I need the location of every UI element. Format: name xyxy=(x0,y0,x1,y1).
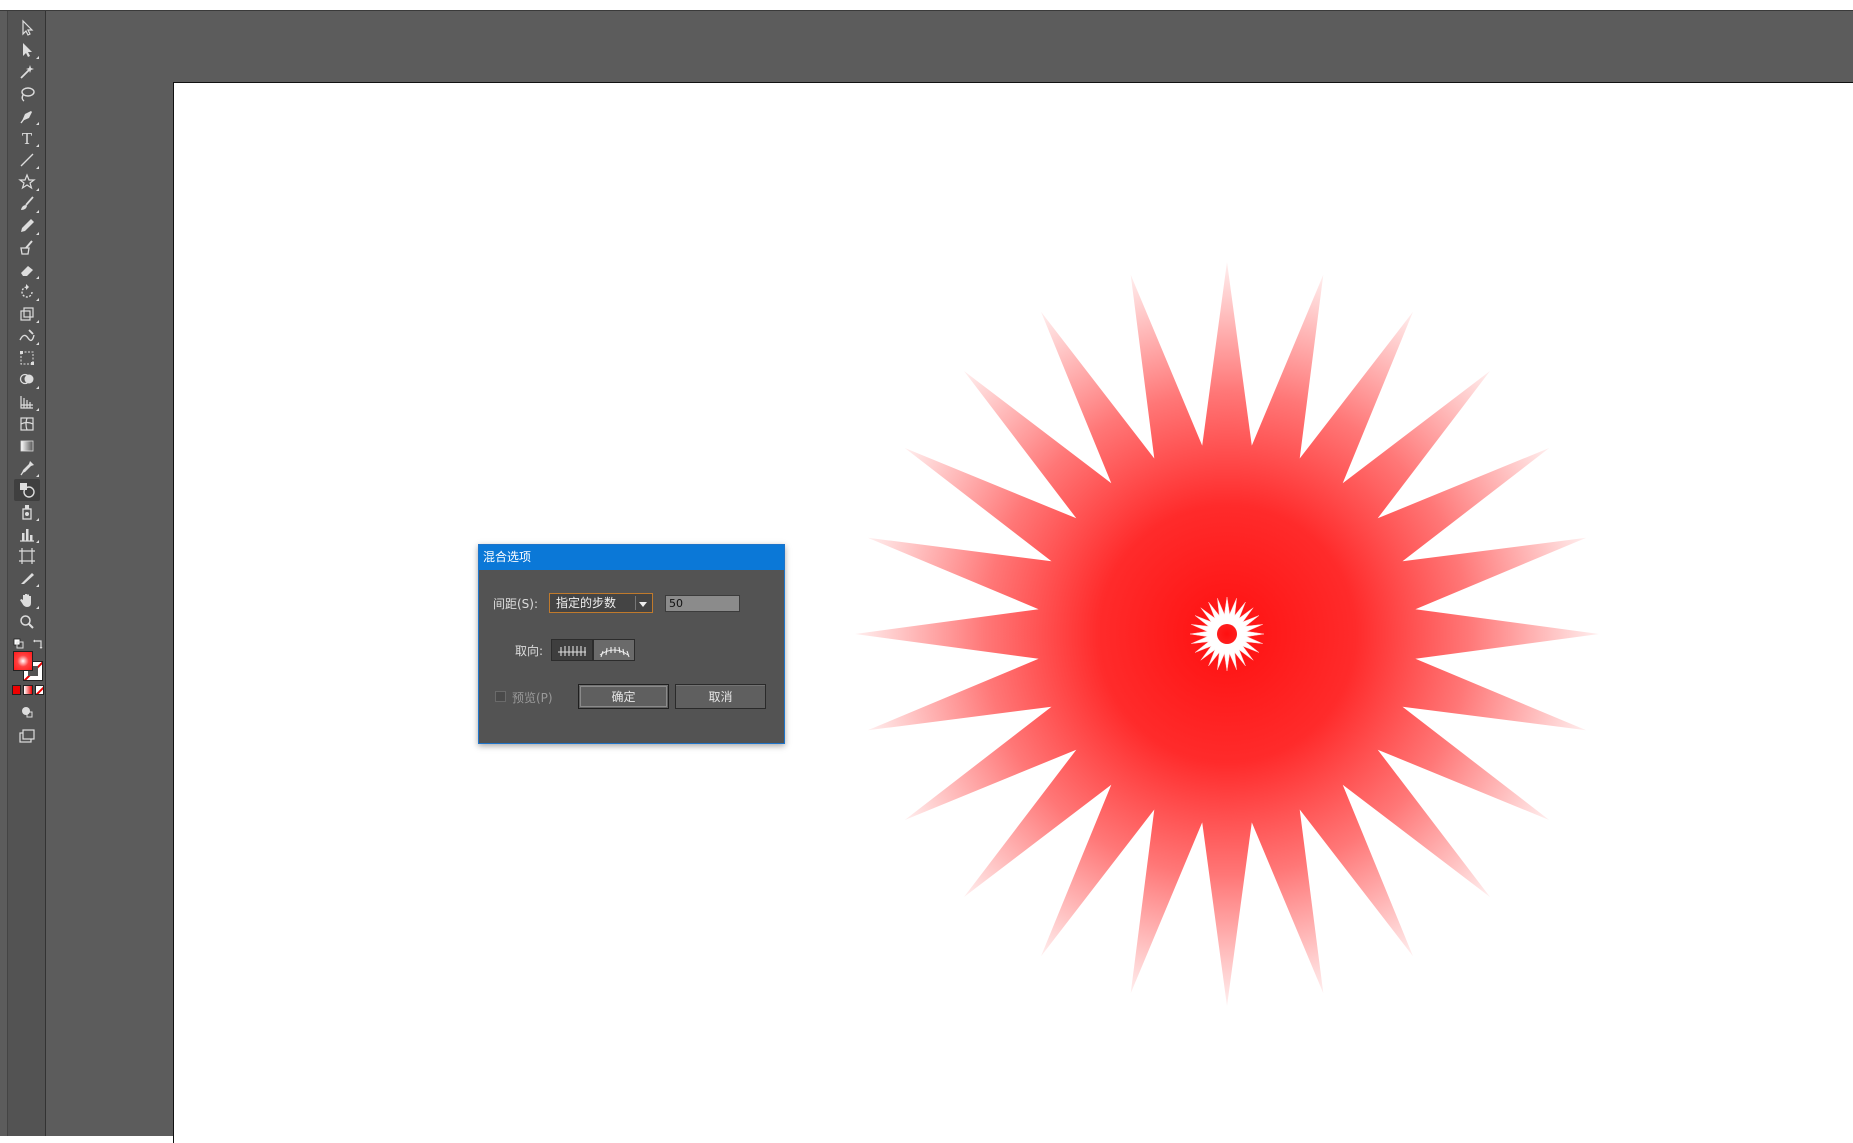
eyedropper-tool-icon xyxy=(20,461,34,476)
selection-tool[interactable] xyxy=(14,17,40,39)
scale-tool[interactable] xyxy=(14,303,40,325)
perspective-grid-tool-icon xyxy=(20,396,33,409)
swap-colors-icon[interactable] xyxy=(32,635,44,649)
direct-selection-tool-icon xyxy=(23,43,32,57)
gradient-tool-icon xyxy=(20,440,34,452)
blend-tool-icon xyxy=(20,483,35,498)
color-mode-buttons xyxy=(12,685,44,695)
drawing-mode-button[interactable] xyxy=(14,701,40,723)
symbol-sprayer-tool[interactable] xyxy=(14,501,40,523)
align-to-path-button[interactable] xyxy=(593,639,635,661)
dialog-title[interactable]: 混合选项 xyxy=(479,545,784,570)
perspective-grid-tool[interactable] xyxy=(14,391,40,413)
align-to-page-icon xyxy=(558,646,586,656)
pencil-tool[interactable] xyxy=(14,215,40,237)
color-button[interactable] xyxy=(12,685,22,695)
mesh-tool[interactable] xyxy=(14,413,40,435)
spacing-dropdown[interactable]: 指定的步数 xyxy=(549,593,653,613)
blend-options-dialog: 混合选项 间距(S): 指定的步数 50 取向: 预览(P) 确定 取消 xyxy=(478,544,785,744)
free-transform-tool[interactable] xyxy=(14,347,40,369)
illustrator-workspace: T xyxy=(0,10,1853,1143)
hand-tool-icon xyxy=(20,594,31,607)
selection-tool-icon xyxy=(22,19,34,36)
artboard[interactable] xyxy=(173,82,1853,1143)
ok-button[interactable]: 确定 xyxy=(578,684,669,709)
star-tool[interactable] xyxy=(14,171,40,193)
align-to-path-icon xyxy=(599,646,630,658)
symbol-sprayer-tool-icon xyxy=(22,505,32,520)
type-tool-icon: T xyxy=(22,130,32,147)
preview-checkbox[interactable] xyxy=(495,691,506,702)
default-colors-icon[interactable] xyxy=(13,635,25,649)
orientation-row: 取向: xyxy=(515,642,543,659)
column-graph-tool[interactable] xyxy=(14,523,40,545)
none-button[interactable] xyxy=(34,685,44,695)
cancel-button[interactable]: 取消 xyxy=(675,684,766,709)
magic-wand-tool-icon xyxy=(20,65,34,79)
steps-input[interactable]: 50 xyxy=(665,595,740,612)
paintbrush-tool[interactable] xyxy=(14,193,40,215)
warp-tool-icon xyxy=(19,329,35,342)
line-segment-tool-icon xyxy=(20,153,34,167)
align-to-page-button[interactable] xyxy=(551,639,593,661)
screen-mode-icon xyxy=(19,729,35,743)
magic-wand-tool[interactable] xyxy=(14,61,40,83)
spacing-row: 间距(S): xyxy=(493,595,538,612)
paintbrush-tool-icon xyxy=(21,196,34,210)
zoom-tool[interactable] xyxy=(14,611,40,633)
zoom-tool-icon xyxy=(20,615,34,629)
fill-swatch[interactable] xyxy=(13,651,33,671)
artboard-tool[interactable] xyxy=(14,545,40,567)
blend-tool[interactable] xyxy=(14,479,40,501)
shape-builder-tool[interactable] xyxy=(14,369,40,391)
pen-tool[interactable] xyxy=(14,105,40,127)
type-tool[interactable]: T xyxy=(14,127,40,149)
eraser-tool-icon xyxy=(21,266,33,276)
mesh-tool-icon xyxy=(20,417,34,431)
rotate-tool-icon xyxy=(21,284,33,298)
hand-tool[interactable] xyxy=(14,589,40,611)
eraser-tool[interactable] xyxy=(14,259,40,281)
spacing-label: 间距(S): xyxy=(493,597,539,611)
svg-text:T: T xyxy=(22,130,32,147)
inner-star-center xyxy=(1217,624,1237,644)
canvas-area[interactable] xyxy=(45,11,1853,1143)
line-segment-tool[interactable] xyxy=(14,149,40,171)
blob-brush-tool-icon xyxy=(20,240,33,255)
shape-builder-tool-icon xyxy=(19,373,34,385)
pencil-tool-icon xyxy=(21,219,34,232)
spacing-dropdown-value: 指定的步数 xyxy=(556,596,617,610)
slice-tool[interactable] xyxy=(14,567,40,589)
tools-panel: T xyxy=(7,11,46,1136)
free-transform-tool-icon xyxy=(20,351,34,365)
lasso-tool-icon xyxy=(21,87,35,102)
pen-tool-icon xyxy=(20,111,32,124)
rotate-tool[interactable] xyxy=(14,281,40,303)
column-graph-tool-icon xyxy=(20,529,34,542)
blended-star-artwork[interactable] xyxy=(174,83,1853,1143)
lasso-tool[interactable] xyxy=(14,83,40,105)
fill-stroke-swatches xyxy=(13,651,43,681)
warp-tool[interactable] xyxy=(14,325,40,347)
orientation-label: 取向: xyxy=(515,644,544,658)
star-tool-icon xyxy=(18,173,36,190)
artboard-tool-icon xyxy=(19,548,35,564)
scale-tool-icon xyxy=(20,307,34,321)
screen-mode-button[interactable] xyxy=(14,725,40,747)
gradient-tool[interactable] xyxy=(14,435,40,457)
draw-mode-icon xyxy=(22,707,33,718)
eyedropper-tool[interactable] xyxy=(14,457,40,479)
preview-label: 预览(P) xyxy=(512,691,553,705)
preview-row: 预览(P) xyxy=(512,689,553,706)
direct-selection-tool[interactable] xyxy=(14,39,40,61)
slice-tool-icon xyxy=(21,573,34,584)
blob-brush-tool[interactable] xyxy=(14,237,40,259)
gradient-button[interactable] xyxy=(23,685,33,695)
chevron-down-icon xyxy=(639,602,647,607)
